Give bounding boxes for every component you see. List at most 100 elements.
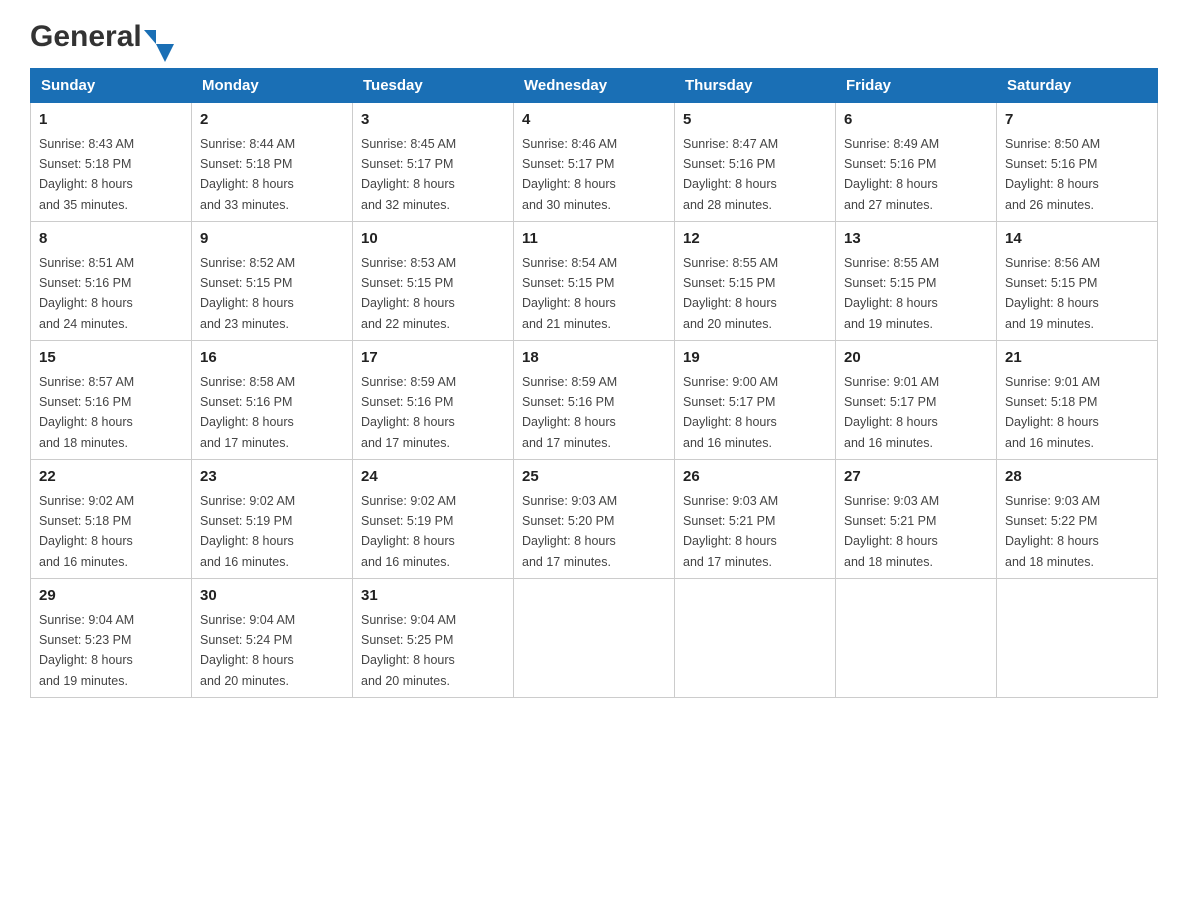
day-info: Sunrise: 9:04 AMSunset: 5:24 PMDaylight:…	[200, 613, 295, 688]
day-number: 26	[683, 466, 827, 489]
header-wednesday: Wednesday	[514, 69, 675, 103]
logo: General	[30, 20, 156, 48]
calendar-cell: 2 Sunrise: 8:44 AMSunset: 5:18 PMDayligh…	[192, 103, 353, 222]
day-info: Sunrise: 8:46 AMSunset: 5:17 PMDaylight:…	[522, 137, 617, 212]
day-info: Sunrise: 8:56 AMSunset: 5:15 PMDaylight:…	[1005, 256, 1100, 331]
calendar-header-row: SundayMondayTuesdayWednesdayThursdayFrid…	[31, 69, 1158, 103]
header-sunday: Sunday	[31, 69, 192, 103]
day-number: 27	[844, 466, 988, 489]
calendar-cell: 29 Sunrise: 9:04 AMSunset: 5:23 PMDaylig…	[31, 579, 192, 698]
page-header: General	[30, 20, 1158, 48]
calendar-cell: 4 Sunrise: 8:46 AMSunset: 5:17 PMDayligh…	[514, 103, 675, 222]
calendar-cell: 25 Sunrise: 9:03 AMSunset: 5:20 PMDaylig…	[514, 460, 675, 579]
day-info: Sunrise: 8:59 AMSunset: 5:16 PMDaylight:…	[522, 375, 617, 450]
header-friday: Friday	[836, 69, 997, 103]
calendar-cell: 24 Sunrise: 9:02 AMSunset: 5:19 PMDaylig…	[353, 460, 514, 579]
day-number: 29	[39, 585, 183, 608]
day-number: 6	[844, 109, 988, 132]
day-info: Sunrise: 8:54 AMSunset: 5:15 PMDaylight:…	[522, 256, 617, 331]
day-info: Sunrise: 8:53 AMSunset: 5:15 PMDaylight:…	[361, 256, 456, 331]
day-info: Sunrise: 9:04 AMSunset: 5:25 PMDaylight:…	[361, 613, 456, 688]
calendar-cell: 11 Sunrise: 8:54 AMSunset: 5:15 PMDaylig…	[514, 222, 675, 341]
header-thursday: Thursday	[675, 69, 836, 103]
calendar-cell: 15 Sunrise: 8:57 AMSunset: 5:16 PMDaylig…	[31, 341, 192, 460]
day-number: 31	[361, 585, 505, 608]
day-info: Sunrise: 9:02 AMSunset: 5:19 PMDaylight:…	[200, 494, 295, 569]
calendar-cell: 13 Sunrise: 8:55 AMSunset: 5:15 PMDaylig…	[836, 222, 997, 341]
calendar-cell: 16 Sunrise: 8:58 AMSunset: 5:16 PMDaylig…	[192, 341, 353, 460]
day-number: 12	[683, 228, 827, 251]
day-number: 17	[361, 347, 505, 370]
calendar-cell: 31 Sunrise: 9:04 AMSunset: 5:25 PMDaylig…	[353, 579, 514, 698]
day-info: Sunrise: 8:44 AMSunset: 5:18 PMDaylight:…	[200, 137, 295, 212]
day-info: Sunrise: 9:04 AMSunset: 5:23 PMDaylight:…	[39, 613, 134, 688]
day-number: 18	[522, 347, 666, 370]
calendar-cell: 8 Sunrise: 8:51 AMSunset: 5:16 PMDayligh…	[31, 222, 192, 341]
day-info: Sunrise: 8:58 AMSunset: 5:16 PMDaylight:…	[200, 375, 295, 450]
calendar-cell: 6 Sunrise: 8:49 AMSunset: 5:16 PMDayligh…	[836, 103, 997, 222]
day-number: 10	[361, 228, 505, 251]
week-row-4: 22 Sunrise: 9:02 AMSunset: 5:18 PMDaylig…	[31, 460, 1158, 579]
day-number: 8	[39, 228, 183, 251]
day-number: 28	[1005, 466, 1149, 489]
calendar-cell: 30 Sunrise: 9:04 AMSunset: 5:24 PMDaylig…	[192, 579, 353, 698]
day-number: 20	[844, 347, 988, 370]
day-info: Sunrise: 9:03 AMSunset: 5:20 PMDaylight:…	[522, 494, 617, 569]
day-number: 13	[844, 228, 988, 251]
calendar-cell	[675, 579, 836, 698]
calendar-cell: 17 Sunrise: 8:59 AMSunset: 5:16 PMDaylig…	[353, 341, 514, 460]
day-info: Sunrise: 8:55 AMSunset: 5:15 PMDaylight:…	[683, 256, 778, 331]
day-info: Sunrise: 9:01 AMSunset: 5:18 PMDaylight:…	[1005, 375, 1100, 450]
calendar-cell: 20 Sunrise: 9:01 AMSunset: 5:17 PMDaylig…	[836, 341, 997, 460]
day-number: 24	[361, 466, 505, 489]
day-number: 23	[200, 466, 344, 489]
day-number: 25	[522, 466, 666, 489]
day-info: Sunrise: 8:55 AMSunset: 5:15 PMDaylight:…	[844, 256, 939, 331]
day-info: Sunrise: 9:03 AMSunset: 5:21 PMDaylight:…	[683, 494, 778, 569]
calendar-cell	[514, 579, 675, 698]
day-number: 4	[522, 109, 666, 132]
day-number: 14	[1005, 228, 1149, 251]
day-info: Sunrise: 9:00 AMSunset: 5:17 PMDaylight:…	[683, 375, 778, 450]
day-number: 3	[361, 109, 505, 132]
logo-arrow-icon	[144, 30, 156, 44]
calendar-cell: 27 Sunrise: 9:03 AMSunset: 5:21 PMDaylig…	[836, 460, 997, 579]
calendar-cell: 22 Sunrise: 9:02 AMSunset: 5:18 PMDaylig…	[31, 460, 192, 579]
day-info: Sunrise: 9:01 AMSunset: 5:17 PMDaylight:…	[844, 375, 939, 450]
day-info: Sunrise: 8:51 AMSunset: 5:16 PMDaylight:…	[39, 256, 134, 331]
day-number: 7	[1005, 109, 1149, 132]
calendar-cell: 1 Sunrise: 8:43 AMSunset: 5:18 PMDayligh…	[31, 103, 192, 222]
week-row-2: 8 Sunrise: 8:51 AMSunset: 5:16 PMDayligh…	[31, 222, 1158, 341]
calendar-cell: 19 Sunrise: 9:00 AMSunset: 5:17 PMDaylig…	[675, 341, 836, 460]
day-number: 15	[39, 347, 183, 370]
calendar-cell: 14 Sunrise: 8:56 AMSunset: 5:15 PMDaylig…	[997, 222, 1158, 341]
day-info: Sunrise: 8:47 AMSunset: 5:16 PMDaylight:…	[683, 137, 778, 212]
day-info: Sunrise: 8:45 AMSunset: 5:17 PMDaylight:…	[361, 137, 456, 212]
calendar-cell	[836, 579, 997, 698]
week-row-5: 29 Sunrise: 9:04 AMSunset: 5:23 PMDaylig…	[31, 579, 1158, 698]
day-info: Sunrise: 8:57 AMSunset: 5:16 PMDaylight:…	[39, 375, 134, 450]
day-number: 19	[683, 347, 827, 370]
day-number: 30	[200, 585, 344, 608]
day-number: 21	[1005, 347, 1149, 370]
header-saturday: Saturday	[997, 69, 1158, 103]
calendar-cell: 28 Sunrise: 9:03 AMSunset: 5:22 PMDaylig…	[997, 460, 1158, 579]
calendar-cell: 18 Sunrise: 8:59 AMSunset: 5:16 PMDaylig…	[514, 341, 675, 460]
day-number: 5	[683, 109, 827, 132]
day-number: 11	[522, 228, 666, 251]
calendar-cell: 3 Sunrise: 8:45 AMSunset: 5:17 PMDayligh…	[353, 103, 514, 222]
day-number: 1	[39, 109, 183, 132]
day-info: Sunrise: 8:49 AMSunset: 5:16 PMDaylight:…	[844, 137, 939, 212]
day-info: Sunrise: 9:02 AMSunset: 5:18 PMDaylight:…	[39, 494, 134, 569]
week-row-1: 1 Sunrise: 8:43 AMSunset: 5:18 PMDayligh…	[31, 103, 1158, 222]
day-number: 22	[39, 466, 183, 489]
calendar-cell: 9 Sunrise: 8:52 AMSunset: 5:15 PMDayligh…	[192, 222, 353, 341]
day-number: 2	[200, 109, 344, 132]
day-info: Sunrise: 9:02 AMSunset: 5:19 PMDaylight:…	[361, 494, 456, 569]
header-monday: Monday	[192, 69, 353, 103]
calendar-cell: 12 Sunrise: 8:55 AMSunset: 5:15 PMDaylig…	[675, 222, 836, 341]
calendar-cell: 26 Sunrise: 9:03 AMSunset: 5:21 PMDaylig…	[675, 460, 836, 579]
day-info: Sunrise: 8:52 AMSunset: 5:15 PMDaylight:…	[200, 256, 295, 331]
calendar-cell: 23 Sunrise: 9:02 AMSunset: 5:19 PMDaylig…	[192, 460, 353, 579]
calendar-cell: 21 Sunrise: 9:01 AMSunset: 5:18 PMDaylig…	[997, 341, 1158, 460]
